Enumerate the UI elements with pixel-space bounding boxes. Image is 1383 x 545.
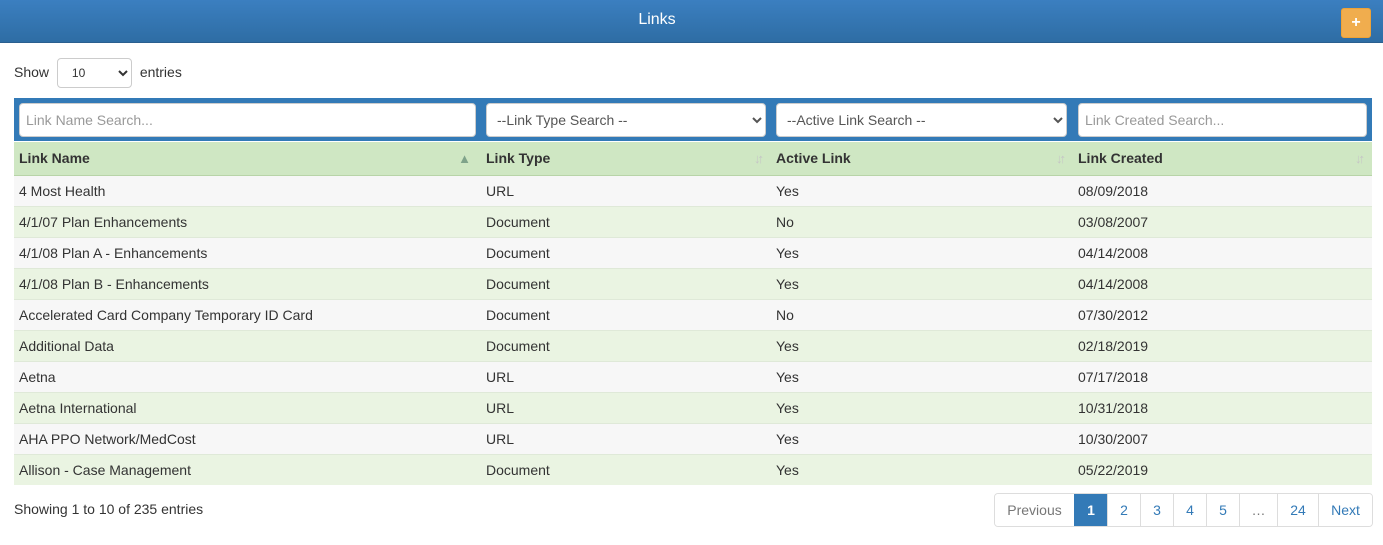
link-name-cell: Additional Data [14, 329, 481, 361]
link-type-search-select[interactable]: --Link Type Search -- [486, 103, 766, 137]
table-header-row: Link Name ▲ Link Type ↓↑ Active Link ↓↑ … [14, 142, 1372, 176]
table-row[interactable]: 4/1/08 Plan B - Enhancements Document Ye… [14, 267, 1372, 299]
table-row[interactable]: 4 Most Health URL Yes 08/09/2018 [14, 174, 1372, 206]
sort-both-icon: ↓↑ [1056, 151, 1066, 166]
page-button-3[interactable]: 3 [1140, 494, 1173, 526]
link-name-cell: Aetna [14, 360, 481, 392]
page-ellipsis: … [1239, 494, 1277, 526]
active-link-cell: Yes [771, 422, 1073, 454]
link-name-cell: Aetna International [14, 391, 481, 423]
link-created-cell: 10/30/2007 [1073, 422, 1372, 454]
column-header-link-type[interactable]: Link Type ↓↑ [481, 142, 771, 176]
link-type-cell: URL [481, 391, 771, 423]
link-created-cell: 10/31/2018 [1073, 391, 1372, 423]
page-button-4[interactable]: 4 [1173, 494, 1206, 526]
show-label: Show [14, 64, 50, 80]
page-button-2[interactable]: 2 [1107, 494, 1140, 526]
page-header: Links + [0, 0, 1383, 43]
table-row[interactable]: AHA PPO Network/MedCost URL Yes 10/30/20… [14, 422, 1372, 454]
active-link-cell: Yes [771, 174, 1073, 206]
table-row[interactable]: Aetna URL Yes 07/17/2018 [14, 360, 1372, 392]
link-created-cell: 05/22/2019 [1073, 453, 1372, 485]
link-type-cell: URL [481, 360, 771, 392]
entries-label: entries [139, 64, 182, 80]
link-name-cell: 4/1/08 Plan B - Enhancements [14, 267, 481, 299]
column-header-label: Link Created [1078, 150, 1163, 167]
link-type-cell: Document [481, 236, 771, 268]
link-created-cell: 07/17/2018 [1073, 360, 1372, 392]
link-created-cell: 03/08/2007 [1073, 205, 1372, 237]
entries-length-control: Show 10 entries [14, 57, 182, 89]
next-page-button[interactable]: Next [1318, 494, 1372, 526]
link-type-cell: Document [481, 453, 771, 485]
sort-both-icon: ↓↑ [1355, 151, 1365, 166]
link-type-cell: URL [481, 174, 771, 206]
table-row[interactable]: Aetna International URL Yes 10/31/2018 [14, 391, 1372, 423]
links-table: Link Name ▲ Link Type ↓↑ Active Link ↓↑ … [14, 142, 1372, 485]
column-header-label: Link Name [19, 150, 90, 167]
link-created-cell: 04/14/2008 [1073, 236, 1372, 268]
link-type-cell: Document [481, 267, 771, 299]
table-row[interactable]: Allison - Case Management Document Yes 0… [14, 453, 1372, 485]
active-link-cell: No [771, 205, 1073, 237]
sort-ascending-icon: ▲ [458, 151, 471, 166]
table-row[interactable]: 4/1/08 Plan A - Enhancements Document Ye… [14, 236, 1372, 268]
active-link-cell: No [771, 298, 1073, 330]
active-link-cell: Yes [771, 453, 1073, 485]
link-type-cell: Document [481, 329, 771, 361]
link-type-cell: Document [481, 205, 771, 237]
entries-per-page-select[interactable]: 10 [56, 58, 132, 89]
sort-both-icon: ↓↑ [754, 151, 764, 166]
link-name-cell: 4/1/07 Plan Enhancements [14, 205, 481, 237]
table-row[interactable]: Additional Data Document Yes 02/18/2019 [14, 329, 1372, 361]
column-header-link-name[interactable]: Link Name ▲ [14, 142, 481, 176]
page-button-5[interactable]: 5 [1206, 494, 1239, 526]
link-created-cell: 02/18/2019 [1073, 329, 1372, 361]
link-created-cell: 04/14/2008 [1073, 267, 1372, 299]
page-button-1[interactable]: 1 [1074, 494, 1107, 526]
link-type-cell: URL [481, 422, 771, 454]
link-created-cell: 08/09/2018 [1073, 174, 1372, 206]
active-link-cell: Yes [771, 329, 1073, 361]
table-info: Showing 1 to 10 of 235 entries [14, 501, 204, 517]
link-created-cell: 07/30/2012 [1073, 298, 1372, 330]
column-header-label: Link Type [486, 150, 551, 167]
table-row[interactable]: 4/1/07 Plan Enhancements Document No 03/… [14, 205, 1372, 237]
pagination: Previous 1 2 3 4 5 … 24 Next [994, 493, 1373, 527]
table-row[interactable]: Accelerated Card Company Temporary ID Ca… [14, 298, 1372, 330]
active-link-cell: Yes [771, 236, 1073, 268]
link-name-search-input[interactable] [19, 103, 476, 137]
page-button-24[interactable]: 24 [1277, 494, 1318, 526]
column-header-label: Active Link [776, 150, 851, 167]
active-link-cell: Yes [771, 360, 1073, 392]
column-header-active-link[interactable]: Active Link ↓↑ [771, 142, 1073, 176]
active-link-search-select[interactable]: --Active Link Search -- [776, 103, 1067, 137]
add-link-button[interactable]: + [1341, 8, 1371, 38]
page-title: Links [638, 11, 676, 28]
link-created-search-input[interactable] [1078, 103, 1367, 137]
column-search-bar: --Link Type Search -- --Active Link Sear… [14, 98, 1372, 141]
active-link-cell: Yes [771, 267, 1073, 299]
link-name-cell: Accelerated Card Company Temporary ID Ca… [14, 298, 481, 330]
active-link-cell: Yes [771, 391, 1073, 423]
previous-page-button[interactable]: Previous [995, 494, 1074, 526]
link-name-cell: 4 Most Health [14, 174, 481, 206]
link-name-cell: 4/1/08 Plan A - Enhancements [14, 236, 481, 268]
link-name-cell: Allison - Case Management [14, 453, 481, 485]
column-header-link-created[interactable]: Link Created ↓↑ [1073, 142, 1372, 176]
link-type-cell: Document [481, 298, 771, 330]
link-name-cell: AHA PPO Network/MedCost [14, 422, 481, 454]
